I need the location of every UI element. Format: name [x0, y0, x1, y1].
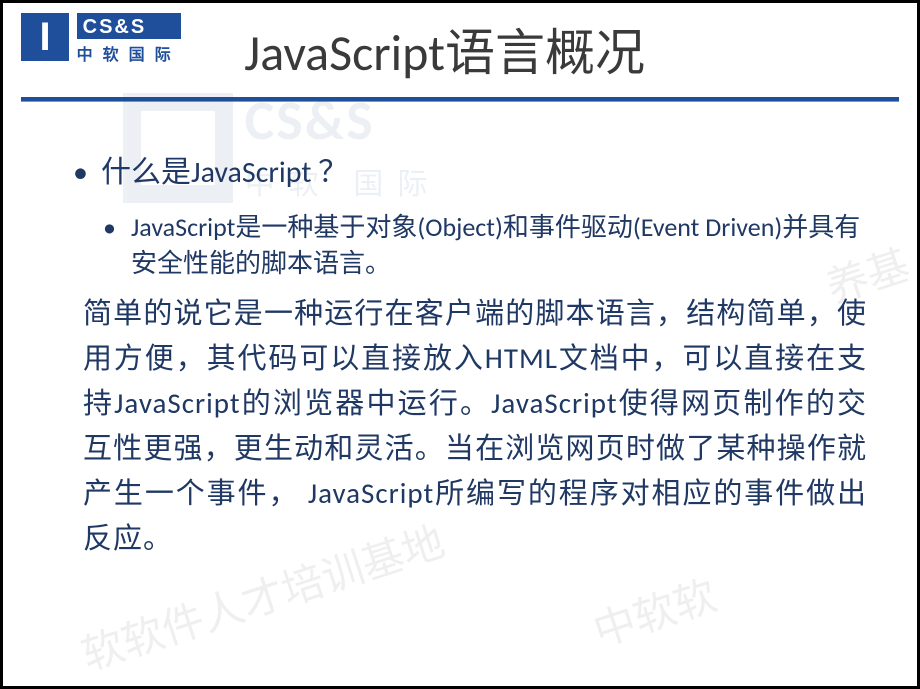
slide-title: JavaScript语言概况 [244, 13, 645, 85]
bullet-definition: JavaScript是一种基于对象(Object)和事件驱动(Event Dri… [103, 209, 877, 282]
slide-header: I CS&S 中软国际 JavaScript语言概况 [3, 3, 917, 85]
slide-container: CS&S 中软 国际 养基 软软件人才培训基地 中软软 I CS&S 中软国际 … [0, 0, 920, 689]
slide-body: 什么是JavaScript ？ JavaScript是一种基于对象(Object… [3, 101, 917, 581]
logo-text-en: CS&S [77, 13, 181, 39]
logo-text-cn: 中软国际 [77, 39, 181, 65]
body-paragraph: 简单的说它是一种运行在客户端的脚本语言，结构简单，使用方便，其代码可以直接放入H… [83, 291, 867, 561]
logo-box-icon: I [21, 13, 69, 61]
company-logo: I CS&S 中软国际 [21, 13, 181, 65]
bullet-question: 什么是JavaScript ？ [73, 151, 877, 195]
